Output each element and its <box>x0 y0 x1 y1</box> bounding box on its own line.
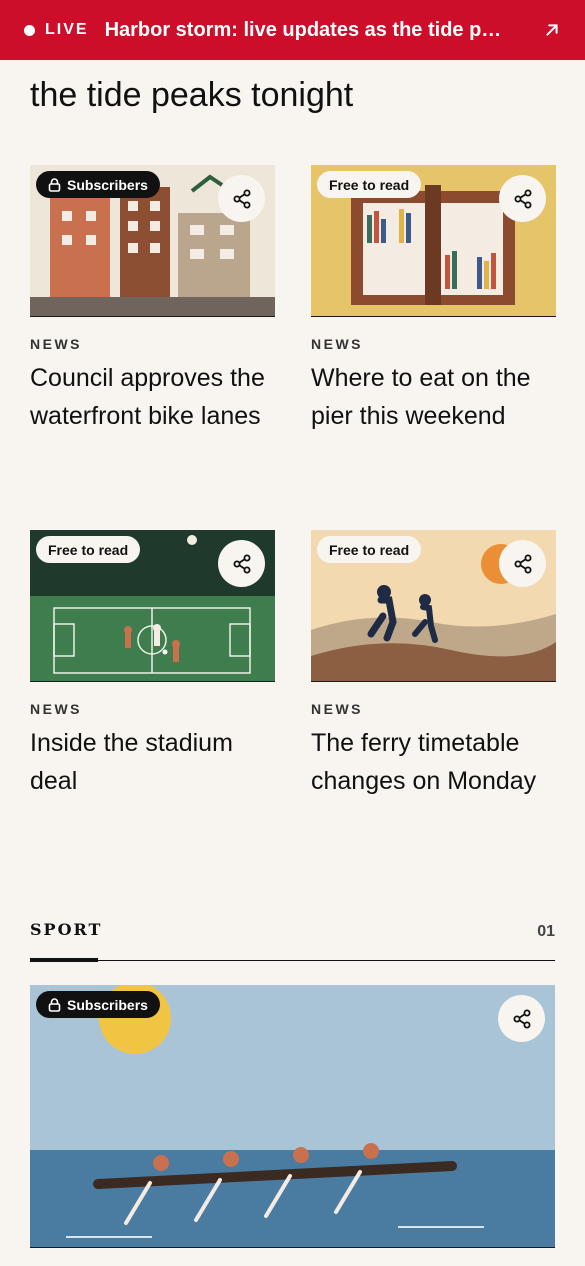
feature-article-thumbnail[interactable]: Subscribers <box>30 985 555 1248</box>
section-label[interactable]: SPORT <box>30 920 102 939</box>
share-icon <box>514 554 531 573</box>
subscribers-badge: Subscribers <box>36 991 160 1018</box>
section-active-underline <box>30 958 98 962</box>
article-thumbnail[interactable]: Free to read <box>311 165 556 317</box>
share-icon <box>513 1009 530 1028</box>
live-dot-icon <box>24 24 35 36</box>
lock-icon <box>48 177 61 192</box>
free-to-read-badge: Free to read <box>317 536 422 563</box>
rowing-illustration <box>30 985 555 1247</box>
arrow-up-right-icon[interactable] <box>541 19 563 41</box>
share-icon <box>514 189 531 208</box>
article-title[interactable]: The ferry timetable changes on Monday <box>311 725 556 800</box>
article-card[interactable]: Free to read NEWS Inside the stadium dea… <box>30 530 275 800</box>
article-thumbnail[interactable]: Free to read <box>311 530 556 682</box>
badge-label: Free to read <box>48 541 129 558</box>
article-kicker: NEWS <box>30 336 82 352</box>
article-kicker: NEWS <box>311 336 363 352</box>
article-kicker: NEWS <box>311 701 363 717</box>
live-updates-banner[interactable]: LIVE Harbor storm: live updates as the t… <box>0 0 585 60</box>
share-button[interactable] <box>498 995 545 1042</box>
section-count: 01 <box>537 923 555 940</box>
article-thumbnail[interactable]: Subscribers <box>30 165 275 317</box>
share-button[interactable] <box>499 540 546 587</box>
article-thumbnail[interactable]: Free to read <box>30 530 275 682</box>
section-header: SPORT 01 <box>30 918 555 962</box>
subscribers-badge: Subscribers <box>36 171 160 198</box>
badge-label: Free to read <box>329 176 410 193</box>
live-headline-link[interactable]: Harbor storm: live updates as the tide p… <box>105 19 523 42</box>
article-title[interactable]: Where to eat on the pier this weekend <box>311 360 556 435</box>
share-button[interactable] <box>499 175 546 222</box>
free-to-read-badge: Free to read <box>317 171 422 198</box>
lock-icon <box>48 997 61 1012</box>
article-card[interactable]: Free to read NEWS Where to eat on the pi… <box>311 165 556 435</box>
share-button[interactable] <box>218 175 265 222</box>
badge-label: Free to read <box>329 541 410 558</box>
share-button[interactable] <box>218 540 265 587</box>
article-title[interactable]: Council approves the waterfront bike lan… <box>30 360 275 435</box>
share-icon <box>233 554 250 573</box>
free-to-read-badge: Free to read <box>36 536 141 563</box>
live-label: LIVE <box>45 21 89 38</box>
article-card[interactable]: Free to read NEWS The ferry timetable ch… <box>311 530 556 800</box>
article-title[interactable]: Inside the stadium deal <box>30 725 275 800</box>
article-kicker: NEWS <box>30 701 82 717</box>
badge-label: Subscribers <box>67 176 148 193</box>
badge-label: Subscribers <box>67 996 148 1013</box>
share-icon <box>233 189 250 208</box>
article-card[interactable]: Subscribers NEWS Council approves the wa… <box>30 165 275 435</box>
hero-headline-text: the tide peaks tonight <box>30 76 354 114</box>
